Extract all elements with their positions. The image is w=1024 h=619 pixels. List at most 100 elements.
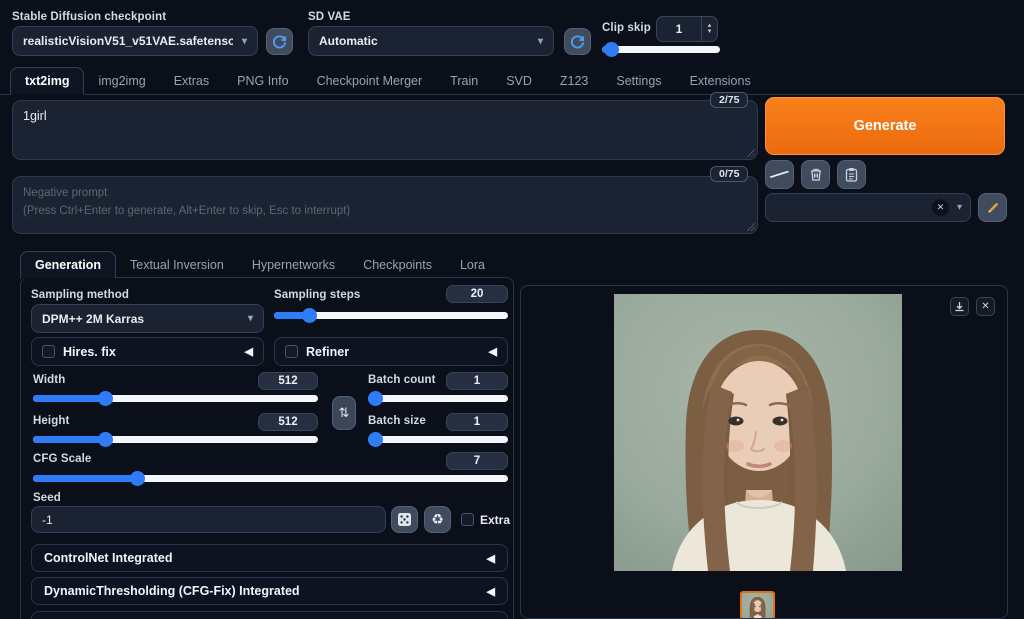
tab-img2img[interactable]: img2img [84,68,159,94]
tab-png-info[interactable]: PNG Info [223,68,302,94]
sampling-steps-value[interactable]: 20 [446,285,508,303]
subtab-hypernetworks[interactable]: Hypernetworks [238,252,349,278]
controlnet-accordion[interactable]: ControlNet Integrated ◀ [31,544,508,572]
generated-image[interactable] [614,294,902,571]
reuse-seed-button[interactable]: ♻ [424,506,451,533]
clear-prompt-button[interactable] [801,160,830,189]
collapse-arrow-icon[interactable]: ◀ [489,345,497,358]
chevron-down-icon: ▾ [538,36,543,47]
batch-count-value[interactable]: 1 [446,372,508,390]
clear-styles-icon[interactable]: ✕ [932,199,949,216]
width-value[interactable]: 512 [258,372,318,390]
clip-skip-input[interactable]: 1 ▴ ▾ [656,16,718,42]
clip-skip-slider[interactable] [602,42,720,57]
refiner-checkbox[interactable] [285,345,298,358]
tab-svd[interactable]: SVD [492,68,546,94]
recycle-icon: ♻ [431,511,444,528]
slider-fill [33,395,106,402]
spinner-down-icon[interactable]: ▾ [708,29,712,35]
trash-icon [809,167,823,182]
tab-txt2img[interactable]: txt2img [10,67,84,95]
width-label: Width [33,374,65,386]
paste-generation-params-button[interactable]: ╱ [765,160,794,189]
refresh-vae-button[interactable] [564,28,591,55]
resize-handle[interactable] [746,148,755,157]
prompt-input[interactable]: 1girl [12,100,758,160]
extra-seed-checkbox[interactable] [461,513,474,526]
sampling-method-dropdown[interactable]: DPM++ 2M Karras ▾ [31,304,264,333]
clipboard-icon [845,167,858,182]
sampling-steps-slider[interactable] [274,308,508,323]
download-image-button[interactable] [950,297,969,316]
tab-z123[interactable]: Z123 [546,68,603,94]
slider-thumb[interactable] [130,471,145,486]
styles-dropdown[interactable]: ✕ ▾ [765,193,971,222]
apply-styles-button[interactable] [837,160,866,189]
slider-fill [33,475,137,482]
refresh-icon [570,34,585,49]
vae-label: SD VAE [308,11,351,23]
tab-extensions[interactable]: Extensions [676,68,765,94]
portrait-of-girl [614,294,902,571]
gallery-thumbnail-selected[interactable] [740,591,775,619]
slider-thumb[interactable] [368,432,383,447]
clip-skip-stepper[interactable]: ▴ ▾ [701,17,717,41]
partial-accordion[interactable] [31,611,508,619]
main-tabbar: txt2img img2img Extras PNG Info Checkpoi… [0,68,1024,95]
batch-size-value[interactable]: 1 [446,413,508,431]
slider-thumb[interactable] [368,391,383,406]
slider-track [368,395,508,402]
slider-thumb[interactable] [604,42,619,57]
hires-fix-checkbox[interactable] [42,345,55,358]
close-image-button[interactable]: ✕ [976,297,995,316]
dynamic-thresholding-accordion[interactable]: DynamicThresholding (CFG-Fix) Integrated… [31,577,508,605]
dice-icon [397,512,412,527]
refresh-icon [272,34,287,49]
seed-input[interactable]: -1 [31,506,386,533]
subtab-textual-inversion[interactable]: Textual Inversion [116,252,238,278]
cfg-scale-slider[interactable] [33,471,508,486]
refresh-checkpoint-button[interactable] [266,28,293,55]
clip-skip-value: 1 [657,22,701,36]
output-gallery-panel: ✕ [520,285,1008,619]
tab-settings[interactable]: Settings [602,68,675,94]
extra-seed-label: Extra [480,513,510,527]
sampling-steps-label: Sampling steps [274,289,360,301]
vae-dropdown[interactable]: Automatic ▾ [308,26,554,56]
batch-count-slider[interactable] [368,391,508,406]
tab-extras[interactable]: Extras [160,68,223,94]
subtab-checkpoints[interactable]: Checkpoints [349,252,446,278]
edit-styles-button[interactable] [978,193,1007,222]
random-seed-button[interactable] [391,506,418,533]
height-slider[interactable] [33,432,318,447]
arrow-icon: ╱ [771,166,789,184]
batch-size-label: Batch size [368,415,426,427]
slider-track [368,436,508,443]
negative-prompt-input[interactable]: Negative prompt (Press Ctrl+Enter to gen… [12,176,758,234]
collapse-arrow-icon[interactable]: ◀ [245,345,253,358]
batch-size-slider[interactable] [368,432,508,447]
slider-track [602,46,720,53]
height-value[interactable]: 512 [258,413,318,431]
subtab-lora[interactable]: Lora [446,252,499,278]
refiner-label: Refiner [306,345,349,359]
width-slider[interactable] [33,391,318,406]
pencil-icon [986,201,1000,215]
download-icon [954,301,965,312]
refiner-header[interactable]: Refiner ◀ [274,337,508,366]
checkpoint-dropdown[interactable]: realisticVisionV51_v51VAE.safetensors [1… [12,26,258,56]
tab-checkpoint-merger[interactable]: Checkpoint Merger [303,68,437,94]
slider-thumb[interactable] [98,432,113,447]
txt2img-subtabs: Generation Textual Inversion Hypernetwor… [0,249,520,278]
checkpoint-label: Stable Diffusion checkpoint [12,11,166,23]
cfg-scale-value[interactable]: 7 [446,452,508,470]
resize-handle[interactable] [746,222,755,231]
swap-dimensions-button[interactable]: ⇅ [332,396,356,430]
negative-prompt-placeholder-2: (Press Ctrl+Enter to generate, Alt+Enter… [23,203,747,221]
slider-thumb[interactable] [98,391,113,406]
subtab-generation[interactable]: Generation [20,251,116,279]
hires-fix-header[interactable]: Hires. fix ◀ [31,337,264,366]
tab-train[interactable]: Train [436,68,492,94]
slider-thumb[interactable] [302,308,317,323]
generate-button[interactable]: Generate [765,97,1005,155]
